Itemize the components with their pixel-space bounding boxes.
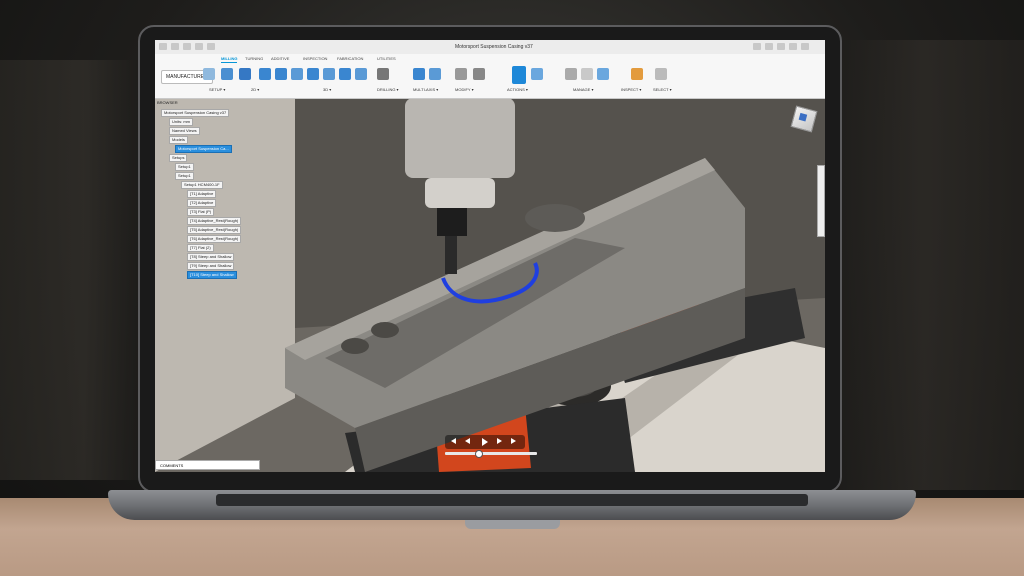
tree-item[interactable]: [T4] Adaptive_Rest(Rough) <box>187 217 242 225</box>
parallel-icon[interactable] <box>355 68 367 80</box>
tree-item[interactable]: Motorsport Suspension Casing v37 <box>161 109 230 117</box>
tab-turning[interactable]: TURNING <box>245 56 263 61</box>
tree-item-selected[interactable]: [T10] Steep and Shallow <box>187 271 237 279</box>
background-shelf-right <box>824 40 1024 490</box>
tree-item[interactable]: Motorsport Suspension Ca... <box>175 145 232 153</box>
select-icon[interactable] <box>655 68 667 80</box>
group-drilling[interactable]: DRILLING ▾ <box>377 87 399 92</box>
app-menu-icon[interactable] <box>159 43 167 50</box>
laptop-trackpad-notch <box>465 520 560 529</box>
extensions-icon[interactable] <box>753 43 761 50</box>
tree-item[interactable]: Setup1 <box>175 163 194 171</box>
template-library-icon[interactable] <box>581 68 593 80</box>
scallop-icon[interactable] <box>323 68 335 80</box>
simulation-playback-bar <box>445 435 525 449</box>
tab-inspection[interactable]: INSPECTION <box>303 56 327 61</box>
tree-item[interactable]: Named Views <box>169 127 200 135</box>
undo-icon[interactable] <box>195 43 203 50</box>
tree-item[interactable]: [T8] Steep and Shallow <box>187 253 235 261</box>
group-inspect[interactable]: INSPECT ▾ <box>621 87 641 92</box>
tree-item[interactable]: [T6] Adaptive_Rest(Rough) <box>187 235 242 243</box>
tab-milling[interactable]: MILLING <box>221 56 238 63</box>
adaptive-3d-icon[interactable] <box>259 68 271 80</box>
view-cube-face[interactable] <box>798 112 808 122</box>
flat-icon[interactable] <box>307 68 319 80</box>
setup-icon[interactable] <box>203 68 215 80</box>
document-title: Motorsport Suspension Casing v37 <box>455 44 533 50</box>
right-side-panel-tab[interactable] <box>817 165 825 237</box>
browser-panel: BROWSER Motorsport Suspension Casing v37… <box>155 98 267 298</box>
group-3d[interactable]: 3D ▾ <box>323 87 331 92</box>
tree-item[interactable]: Units: mm <box>169 118 193 126</box>
tab-fabrication[interactable]: FABRICATION <box>337 56 363 61</box>
steep-shallow-icon[interactable] <box>291 68 303 80</box>
laptop-screen: Motorsport Suspension Casing v37 MANUFAC… <box>155 40 825 472</box>
tree-item[interactable]: Models <box>169 136 188 144</box>
contour-icon[interactable] <box>339 68 351 80</box>
post-library-icon[interactable] <box>597 68 609 80</box>
group-actions[interactable]: ACTIONS ▾ <box>507 87 528 92</box>
simulation-timeline[interactable] <box>445 450 537 458</box>
timeline-handle[interactable] <box>475 450 483 458</box>
tree-item[interactable]: [T7] Flat (2) <box>187 244 214 252</box>
account-icon[interactable] <box>789 43 797 50</box>
step-back-icon[interactable] <box>451 438 456 444</box>
tree-item[interactable]: [T5] Adaptive_Rest(Rough) <box>187 226 242 234</box>
transform-icon[interactable] <box>473 68 485 80</box>
post-process-icon[interactable] <box>531 68 543 80</box>
help-icon[interactable] <box>777 43 785 50</box>
group-2d[interactable]: 2D ▾ <box>251 87 259 92</box>
avatar[interactable] <box>801 43 809 50</box>
background-shelf-left <box>0 60 140 480</box>
tree-item[interactable]: Setup1 HCM400-1F <box>181 181 223 189</box>
tree-item[interactable]: [T1] Adaptive <box>187 190 217 198</box>
group-select[interactable]: SELECT ▾ <box>653 87 672 92</box>
comments-panel[interactable]: COMMENTS <box>155 460 260 470</box>
inspect-measure-icon[interactable] <box>631 68 643 80</box>
step-forward-icon[interactable] <box>511 438 516 444</box>
pocket-2d-icon[interactable] <box>239 68 251 80</box>
adaptive-2d-icon[interactable] <box>221 68 233 80</box>
group-multi-axis[interactable]: MULTI-AXIS ▾ <box>413 87 438 92</box>
group-setup[interactable]: SETUP ▾ <box>209 87 225 92</box>
swarf-icon[interactable] <box>413 68 425 80</box>
browser-header-label: BROWSER <box>157 100 178 105</box>
tree-item[interactable]: [T9] Steep and Shallow <box>187 262 235 270</box>
notifications-icon[interactable] <box>765 43 773 50</box>
tab-additive[interactable]: ADDITIVE <box>271 56 289 61</box>
tool-library-icon[interactable] <box>565 68 577 80</box>
tree-item[interactable]: Setups <box>169 154 188 162</box>
toolbar-ribbon: MANUFACTURE ▾ MILLING TURNING ADDITIVE I… <box>155 54 825 99</box>
simulate-icon[interactable] <box>512 66 526 84</box>
fast-forward-icon[interactable] <box>497 438 502 444</box>
tree-item[interactable]: [T3] Flat (P) <box>187 208 215 216</box>
group-modify[interactable]: MODIFY ▾ <box>455 87 474 92</box>
redo-icon[interactable] <box>207 43 215 50</box>
drill-icon[interactable] <box>377 68 389 80</box>
tree-item[interactable]: Setup1 <box>175 172 194 180</box>
laptop-keyboard <box>216 494 808 506</box>
title-bar: Motorsport Suspension Casing v37 <box>155 40 825 55</box>
group-manage[interactable]: MANAGE ▾ <box>573 87 593 92</box>
rewind-icon[interactable] <box>465 438 470 444</box>
tree-item[interactable]: [T2] Adaptive <box>187 199 217 207</box>
play-icon[interactable] <box>482 438 488 446</box>
tab-utilities[interactable]: UTILITIES <box>377 56 396 61</box>
multiaxis-contour-icon[interactable] <box>429 68 441 80</box>
browser-header[interactable]: BROWSER <box>157 99 178 107</box>
save-icon[interactable] <box>183 43 191 50</box>
new-file-icon[interactable] <box>171 43 179 50</box>
comments-label: COMMENTS <box>160 463 184 468</box>
modify-icon[interactable] <box>455 68 467 80</box>
pocket-3d-icon[interactable] <box>275 68 287 80</box>
